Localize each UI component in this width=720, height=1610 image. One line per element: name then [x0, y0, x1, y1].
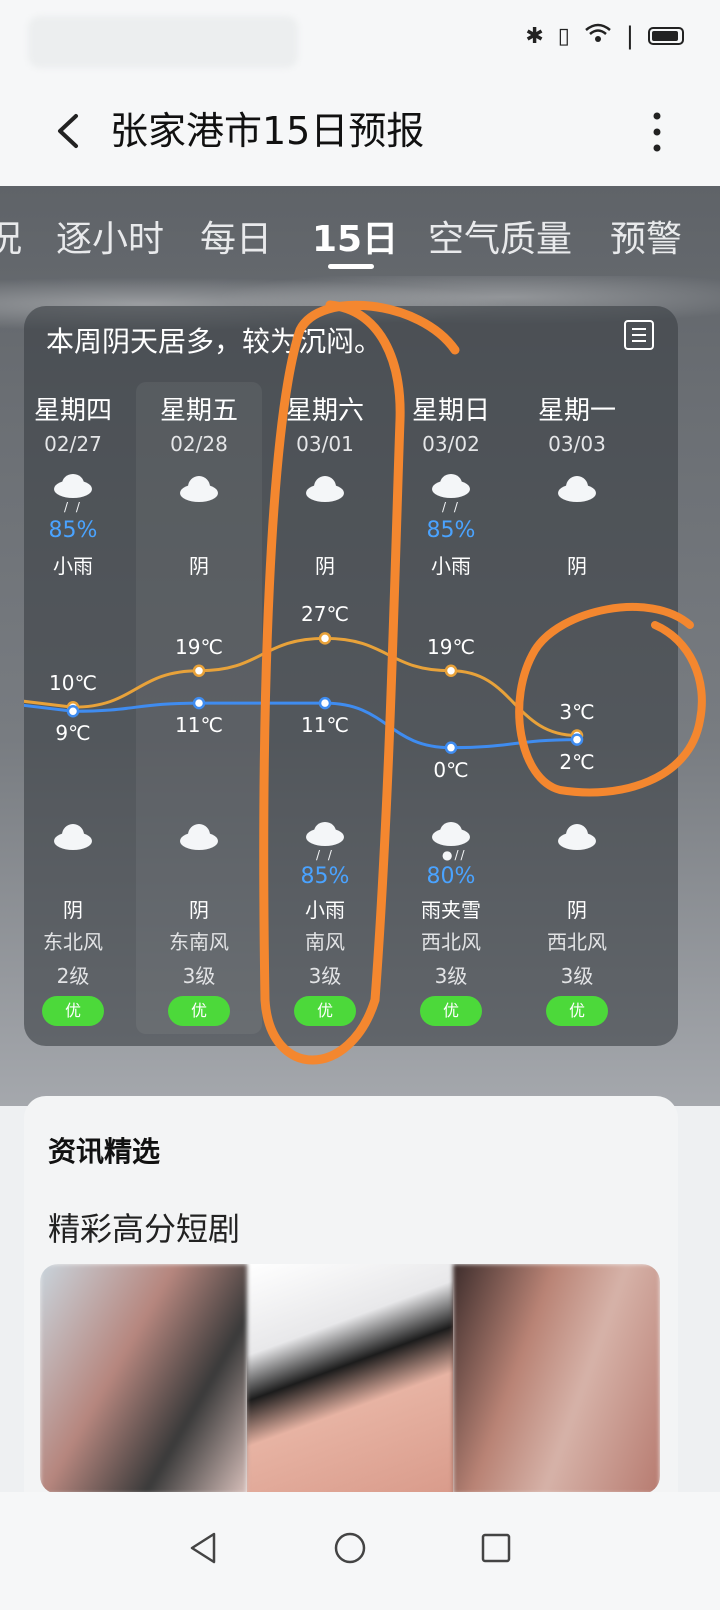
nav-recent-apps-icon[interactable]	[468, 1520, 524, 1576]
battery-icon	[648, 27, 684, 45]
temperature-chart	[24, 632, 584, 754]
wifi-icon	[584, 22, 612, 50]
status-blur-area	[28, 16, 298, 68]
video-thumbnail[interactable]	[246, 1264, 454, 1494]
tab-air-quality[interactable]: 空气质量	[428, 210, 572, 262]
high-temp-point	[318, 632, 332, 645]
low-temp-point	[318, 696, 332, 710]
video-thumbnail[interactable]	[40, 1264, 247, 1494]
low-temp-label: 9℃	[55, 721, 91, 746]
forecast-card: 本周阴天居多，较为沉闷。 星期四 02/27/ /85% 小雨阴东北风 2级优星期五 0…	[24, 306, 678, 1046]
vibrate-icon: ▯	[557, 23, 570, 49]
back-arrow-icon[interactable]	[48, 106, 98, 156]
low-temp-label: 11℃	[301, 713, 349, 738]
low-temp-point	[192, 696, 206, 710]
video-thumbnail-strip[interactable]	[40, 1264, 660, 1494]
forecast-tabs: 况 逐小时 每日 15日 空气质量 预警	[0, 186, 720, 276]
high-temp-point	[192, 664, 206, 678]
video-thumbnail[interactable]	[453, 1264, 660, 1494]
tab-hourly[interactable]: 逐小时	[56, 210, 164, 262]
high-temp-label: 10℃	[49, 671, 97, 696]
high-temp-label: 19℃	[427, 634, 475, 659]
low-temp-label: 0℃	[433, 757, 469, 782]
status-icons: ✱ ▯ |	[525, 22, 684, 50]
bluetooth-icon: ✱	[525, 23, 544, 49]
active-tab-indicator	[328, 264, 374, 269]
low-temp-point	[570, 733, 584, 746]
tab-15day[interactable]: 15日	[312, 210, 398, 262]
high-temp-label: 3℃	[559, 699, 595, 724]
page-title: 张家港市15日预报	[110, 109, 425, 153]
tab-current[interactable]: 况	[0, 210, 22, 262]
low-temp-point	[66, 704, 80, 718]
more-options-icon[interactable]	[642, 102, 672, 162]
low-temp-label: 11℃	[175, 713, 223, 738]
nav-home-icon[interactable]	[322, 1520, 378, 1576]
tab-warning[interactable]: 预警	[610, 210, 682, 262]
high-temp-label: 27℃	[301, 602, 349, 627]
high-temp-point	[444, 664, 458, 678]
low-temp-point	[444, 741, 458, 754]
navigation-bar	[0, 1492, 720, 1610]
news-section-title: 资讯精选	[48, 1135, 161, 1168]
app-header: 张家港市15日预报	[0, 80, 720, 186]
high-temp-label: 19℃	[175, 634, 223, 659]
signal-divider: |	[625, 22, 634, 50]
status-bar: ✱ ▯ |	[0, 0, 720, 80]
low-temp-label: 2℃	[559, 749, 595, 774]
nav-back-icon[interactable]	[176, 1520, 232, 1576]
news-subtitle[interactable]: 精彩高分短剧	[48, 1204, 240, 1250]
tab-daily[interactable]: 每日	[200, 210, 272, 262]
